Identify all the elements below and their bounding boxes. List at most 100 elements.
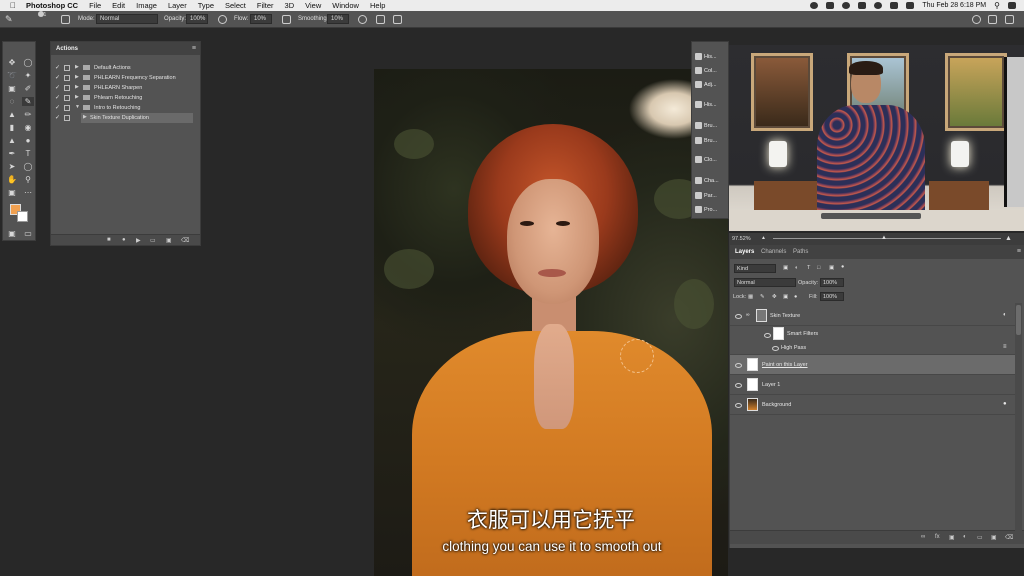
clone-source-panel-button[interactable]: Clo... xyxy=(695,156,729,167)
wifi-icon[interactable] xyxy=(874,2,883,9)
dialog-toggle-icon[interactable] xyxy=(64,85,70,91)
document-canvas[interactable] xyxy=(374,69,728,576)
brushes-panel-button[interactable]: Bru... xyxy=(695,122,729,133)
healing-brush-icon[interactable]: ◌ xyxy=(6,97,18,106)
layers-scrollbar[interactable] xyxy=(1015,303,1022,543)
adobe-cc-icon[interactable] xyxy=(826,2,835,9)
layer-name[interactable]: Paint on this Layer xyxy=(762,362,808,368)
filter-adjustment-icon[interactable]: ◐ xyxy=(795,265,798,271)
menu-3d[interactable]: 3D xyxy=(285,1,295,10)
clock[interactable]: Thu Feb 28 6:18 PM xyxy=(922,2,986,9)
filter-pixel-icon[interactable]: ▣ xyxy=(783,265,788,271)
flow-field[interactable]: 10% xyxy=(250,14,272,24)
lock-transparent-icon[interactable]: ▦ xyxy=(748,294,753,300)
collapse-icon[interactable]: ▼ xyxy=(75,104,80,110)
adjustments-panel-button[interactable]: Adj... xyxy=(695,81,729,92)
airbrush-icon[interactable] xyxy=(282,15,291,24)
check-icon[interactable]: ✓ xyxy=(55,94,60,101)
properties-panel-button[interactable]: Pro... xyxy=(695,206,729,217)
histogram-panel-button[interactable]: His... xyxy=(695,101,729,112)
zoom-level[interactable]: 97.52% xyxy=(732,236,751,242)
screen-mode-icon[interactable]: ▭ xyxy=(22,229,34,238)
share-icon[interactable] xyxy=(1005,15,1014,24)
smart-object-thumbnail[interactable] xyxy=(756,309,767,322)
layer-row[interactable]: ∞ Skin Texture ◐ xyxy=(730,306,1017,326)
add-mask-icon[interactable]: ▣ xyxy=(949,534,955,541)
tab-channels[interactable]: Channels xyxy=(761,249,786,255)
dodge-tool-icon[interactable]: ● xyxy=(22,136,34,145)
pressure-opacity-icon[interactable] xyxy=(218,15,227,24)
check-icon[interactable]: ✓ xyxy=(55,64,60,71)
search-icon[interactable]: ⚲ xyxy=(994,1,1000,10)
filter-smart-object-icon[interactable]: ▣ xyxy=(829,265,834,271)
menu-layer[interactable]: Layer xyxy=(168,1,187,10)
move-tool-icon[interactable]: ✥ xyxy=(6,58,18,67)
history-brush-icon[interactable]: ✏ xyxy=(22,110,34,119)
layer-name[interactable]: Background xyxy=(762,402,791,408)
trash-icon[interactable]: ⌫ xyxy=(181,237,189,244)
paint-bucket-icon[interactable]: ◉ xyxy=(22,123,34,132)
fill-field[interactable]: 100% xyxy=(820,292,844,301)
menu-help[interactable]: Help xyxy=(370,1,385,10)
scrollbar-thumb[interactable] xyxy=(1016,305,1021,335)
action-set-row[interactable]: ✓ ▶ Default Actions xyxy=(51,63,200,73)
stop-icon[interactable]: ■ xyxy=(107,237,111,243)
panel-menu-icon[interactable]: ≡ xyxy=(192,45,196,52)
pressure-size-icon[interactable] xyxy=(376,15,385,24)
paragraph-panel-button[interactable]: Par... xyxy=(695,192,729,203)
new-layer-icon[interactable]: ▣ xyxy=(991,534,997,541)
action-set-row[interactable]: ✓ ▶ Phlearn Retouching xyxy=(51,93,200,103)
expand-icon[interactable]: ▶ xyxy=(83,114,87,120)
action-set-row[interactable]: ✓ ▶ PHLEARN Frequency Separation xyxy=(51,73,200,83)
zoom-in-icon[interactable]: ▲ xyxy=(1005,235,1012,242)
lock-all-icon[interactable]: ● xyxy=(794,294,797,300)
blend-mode-dropdown[interactable]: Normal xyxy=(734,278,796,287)
marquee-tool-icon[interactable]: ◯ xyxy=(22,58,34,67)
expand-icon[interactable]: ▶ xyxy=(75,74,79,80)
action-set-row[interactable]: ✓ ▼ Intro to Retouching xyxy=(51,103,200,113)
check-icon[interactable]: ✓ xyxy=(55,104,60,111)
layer-thumbnail[interactable] xyxy=(747,398,758,411)
brush-preset-icon[interactable] xyxy=(38,11,44,17)
filter-shape-icon[interactable]: □ xyxy=(817,265,820,271)
zoom-slider-handle[interactable]: ▲ xyxy=(881,235,887,241)
airplay-icon[interactable] xyxy=(858,2,867,9)
background-color-swatch[interactable] xyxy=(17,211,28,222)
dialog-toggle-icon[interactable] xyxy=(64,65,70,71)
action-set-row[interactable]: ✓ ▶ PHLEARN Sharpen xyxy=(51,83,200,93)
path-selection-icon[interactable]: ➤ xyxy=(6,162,18,171)
dialog-toggle-icon[interactable] xyxy=(64,105,70,111)
status-icon[interactable] xyxy=(810,2,819,9)
layer-name[interactable]: Skin Texture xyxy=(770,313,800,319)
dialog-toggle-icon[interactable] xyxy=(64,95,70,101)
filter-options-icon[interactable]: ≡ xyxy=(1003,344,1007,350)
brush-settings-icon[interactable] xyxy=(61,15,70,24)
volume-icon[interactable] xyxy=(890,2,899,9)
layer-thumbnail[interactable] xyxy=(747,378,758,391)
record-icon[interactable]: ● xyxy=(122,237,126,243)
search-tool-icon[interactable] xyxy=(972,15,981,24)
layer-row[interactable]: Layer 1 xyxy=(730,375,1017,395)
history-panel-button[interactable]: His... xyxy=(695,53,729,64)
layer-thumbnail[interactable] xyxy=(747,358,758,371)
sync-icon[interactable] xyxy=(842,2,851,9)
dialog-toggle-icon[interactable] xyxy=(64,115,70,121)
menu-type[interactable]: Type xyxy=(198,1,214,10)
symmetry-icon[interactable] xyxy=(393,15,402,24)
tab-paths[interactable]: Paths xyxy=(793,249,808,255)
layer-row[interactable]: Background ● xyxy=(730,395,1017,415)
filter-row[interactable]: High Pass ≡ xyxy=(730,343,1017,355)
character-panel-button[interactable]: Cha... xyxy=(695,177,729,188)
menu-select[interactable]: Select xyxy=(225,1,246,10)
dialog-toggle-icon[interactable] xyxy=(64,75,70,81)
menu-app-name[interactable]: Photoshop CC xyxy=(26,1,78,10)
actions-panel-title[interactable]: Actions xyxy=(51,42,200,55)
check-icon[interactable]: ✓ xyxy=(55,114,60,121)
menu-window[interactable]: Window xyxy=(332,1,359,10)
expand-icon[interactable]: ▶ xyxy=(75,64,79,70)
magic-wand-icon[interactable]: ✦ xyxy=(22,71,34,80)
layer-name[interactable]: Layer 1 xyxy=(762,382,780,388)
menu-filter[interactable]: Filter xyxy=(257,1,274,10)
filter-type-icon[interactable]: T xyxy=(807,265,810,271)
menu-view[interactable]: View xyxy=(305,1,321,10)
